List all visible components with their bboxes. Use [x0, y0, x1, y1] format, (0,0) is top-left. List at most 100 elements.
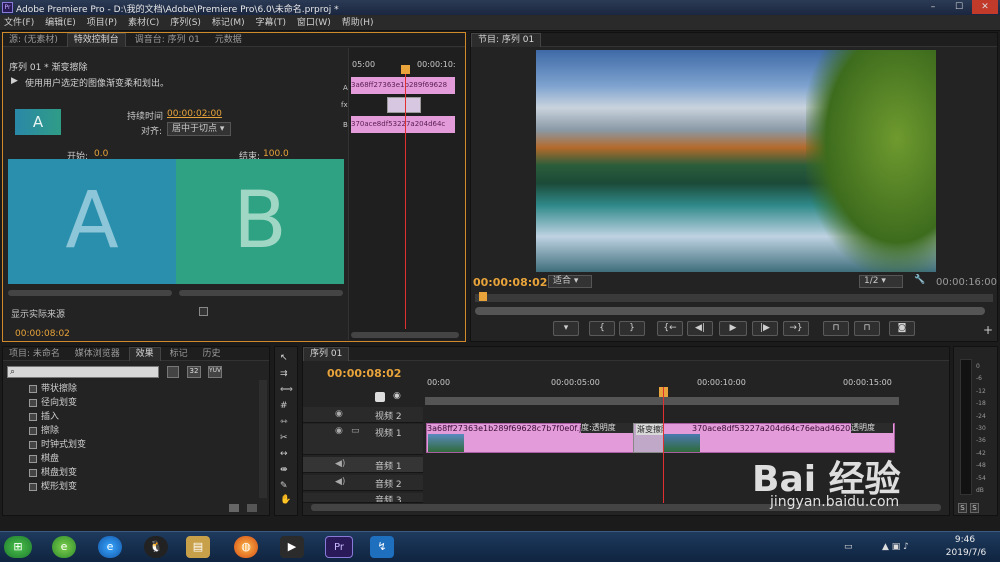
program-playhead-icon[interactable]: [479, 292, 487, 301]
slip-tool-icon[interactable]: ↔: [280, 449, 288, 459]
step-forward-button[interactable]: |▶: [752, 321, 778, 336]
tab-media-browser[interactable]: 媒体浏览器: [69, 348, 126, 361]
tray-icons[interactable]: ▲ ▣ ♪: [882, 542, 909, 552]
app-icon[interactable]: ↯: [370, 536, 394, 558]
ripple-edit-tool-icon[interactable]: ⟺: [280, 385, 293, 395]
list-item[interactable]: 擦除: [29, 424, 59, 438]
tab-metadata[interactable]: 元数据: [209, 34, 248, 47]
program-scrub-bar[interactable]: [475, 292, 993, 302]
resolution-dropdown[interactable]: 1/2 ▾: [859, 275, 903, 288]
keyboard-icon[interactable]: ▭: [844, 542, 853, 552]
effects-search-input[interactable]: ⌕: [7, 366, 159, 378]
list-item[interactable]: 时钟式划变: [29, 438, 86, 452]
lift-button[interactable]: ⊓: [823, 321, 849, 336]
list-item[interactable]: 棋盘划变: [29, 466, 77, 480]
eye-icon[interactable]: ◉: [335, 409, 343, 419]
rolling-edit-tool-icon[interactable]: #: [280, 401, 288, 411]
menu-help[interactable]: 帮助(H): [338, 15, 378, 31]
show-actual-sources-checkbox[interactable]: [199, 307, 208, 316]
razor-tool-icon[interactable]: ✂: [280, 433, 288, 443]
speaker-icon[interactable]: ◀): [335, 477, 345, 487]
browser-360-icon[interactable]: e: [52, 536, 76, 558]
firefox-icon[interactable]: ◍: [234, 536, 258, 558]
accelerated-effects-icon[interactable]: [167, 366, 179, 378]
align-dropdown[interactable]: 居中于切点 ▾: [167, 122, 231, 136]
end-value[interactable]: 100.0: [263, 149, 289, 159]
menu-edit[interactable]: 编辑(E): [41, 15, 80, 31]
play-button[interactable]: ▶: [719, 321, 747, 336]
start-button[interactable]: ⊞: [4, 536, 32, 558]
new-bin-icon[interactable]: [229, 504, 239, 512]
delete-icon[interactable]: [247, 504, 257, 512]
go-to-in-button[interactable]: {←: [657, 321, 683, 336]
add-button-icon[interactable]: +: [983, 323, 993, 337]
play-transition-icon[interactable]: ▶: [11, 76, 18, 86]
lock-icon[interactable]: ▭: [351, 426, 360, 436]
wrench-icon[interactable]: 🔧: [914, 275, 925, 285]
yuv-effects-icon[interactable]: YUV: [208, 366, 222, 378]
add-marker-button[interactable]: ▾: [553, 321, 579, 336]
list-item[interactable]: 径向划变: [29, 396, 77, 410]
work-area-bar[interactable]: [425, 397, 899, 405]
menu-title[interactable]: 字幕(T): [251, 15, 290, 31]
menu-window[interactable]: 窗口(W): [293, 15, 335, 31]
mark-in-button[interactable]: {: [589, 321, 615, 336]
media-app-icon[interactable]: ▶: [280, 536, 304, 558]
list-item[interactable]: 楔形划变: [29, 480, 77, 494]
list-item[interactable]: 棋盘: [29, 452, 59, 466]
effect-controls-timecode[interactable]: 00:00:08:02: [15, 329, 70, 339]
menu-marker[interactable]: 标记(M): [208, 15, 249, 31]
tab-program[interactable]: 节目: 序列 01: [471, 33, 542, 47]
timeline-timecode[interactable]: 00:00:08:02: [327, 367, 401, 380]
rate-stretch-tool-icon[interactable]: ⇿: [280, 417, 288, 427]
fit-dropdown[interactable]: 适合 ▾: [548, 275, 592, 288]
start-slider[interactable]: [8, 290, 172, 296]
program-zoom-bar[interactable]: [475, 307, 985, 315]
mini-clip-a[interactable]: 3a68ff27363e1b289f69628: [351, 77, 455, 94]
pen-tool-icon[interactable]: ✎: [280, 481, 288, 491]
tab-project[interactable]: 项目: 未命名: [3, 348, 66, 361]
premiere-taskbar-icon[interactable]: Pr: [325, 536, 353, 558]
32bit-effects-icon[interactable]: 32: [187, 366, 201, 378]
solo-right-button[interactable]: S: [970, 503, 979, 513]
tab-effect-controls[interactable]: 特效控制台: [66, 33, 126, 47]
tab-audio-mixer[interactable]: 调音台: 序列 01: [129, 34, 206, 47]
selection-tool-icon[interactable]: ↖: [280, 353, 288, 363]
tab-markers[interactable]: 标记: [164, 348, 194, 361]
menu-sequence[interactable]: 序列(S): [166, 15, 205, 31]
tab-sequence[interactable]: 序列 01: [303, 347, 350, 361]
hand-tool-icon[interactable]: ✋: [280, 495, 291, 505]
extract-button[interactable]: ⊓: [854, 321, 880, 336]
effects-scrollbar[interactable]: [259, 380, 267, 498]
close-button[interactable]: ✕: [972, 0, 998, 14]
track-select-tool-icon[interactable]: ⇉: [280, 369, 288, 379]
tab-source[interactable]: 源: (无素材): [3, 34, 64, 47]
solo-left-button[interactable]: S: [958, 503, 967, 513]
mark-out-button[interactable]: }: [619, 321, 645, 336]
mini-clip-b[interactable]: 370ace8df53227a204d64c: [351, 116, 455, 133]
ie-icon[interactable]: e: [98, 536, 122, 558]
go-to-out-button[interactable]: →}: [783, 321, 809, 336]
snap-icon[interactable]: [375, 392, 385, 402]
mini-transition-block[interactable]: [387, 97, 421, 113]
step-back-button[interactable]: ◀|: [687, 321, 713, 336]
marker-icon[interactable]: ◉: [393, 391, 401, 401]
mini-scrollbar[interactable]: [351, 332, 459, 338]
speaker-icon[interactable]: ◀): [335, 459, 345, 469]
list-item[interactable]: 插入: [29, 410, 59, 424]
mini-playhead-marker-icon[interactable]: [401, 65, 410, 74]
program-timecode[interactable]: 00:00:08:02: [473, 276, 547, 289]
menu-clip[interactable]: 素材(C): [124, 15, 163, 31]
start-value[interactable]: 0.0: [94, 149, 108, 159]
duration-value[interactable]: 00:00:02:00: [167, 109, 222, 119]
minimize-button[interactable]: –: [920, 0, 946, 14]
menu-file[interactable]: 文件(F): [0, 15, 38, 31]
end-slider[interactable]: [179, 290, 343, 296]
menu-project[interactable]: 项目(P): [83, 15, 121, 31]
qq-icon[interactable]: 🐧: [144, 536, 168, 558]
eye-icon[interactable]: ◉: [335, 426, 343, 436]
maximize-button[interactable]: ☐: [946, 0, 972, 14]
explorer-icon[interactable]: ▤: [186, 536, 210, 558]
tab-history[interactable]: 历史: [196, 348, 226, 361]
export-frame-button[interactable]: ◙: [889, 321, 915, 336]
